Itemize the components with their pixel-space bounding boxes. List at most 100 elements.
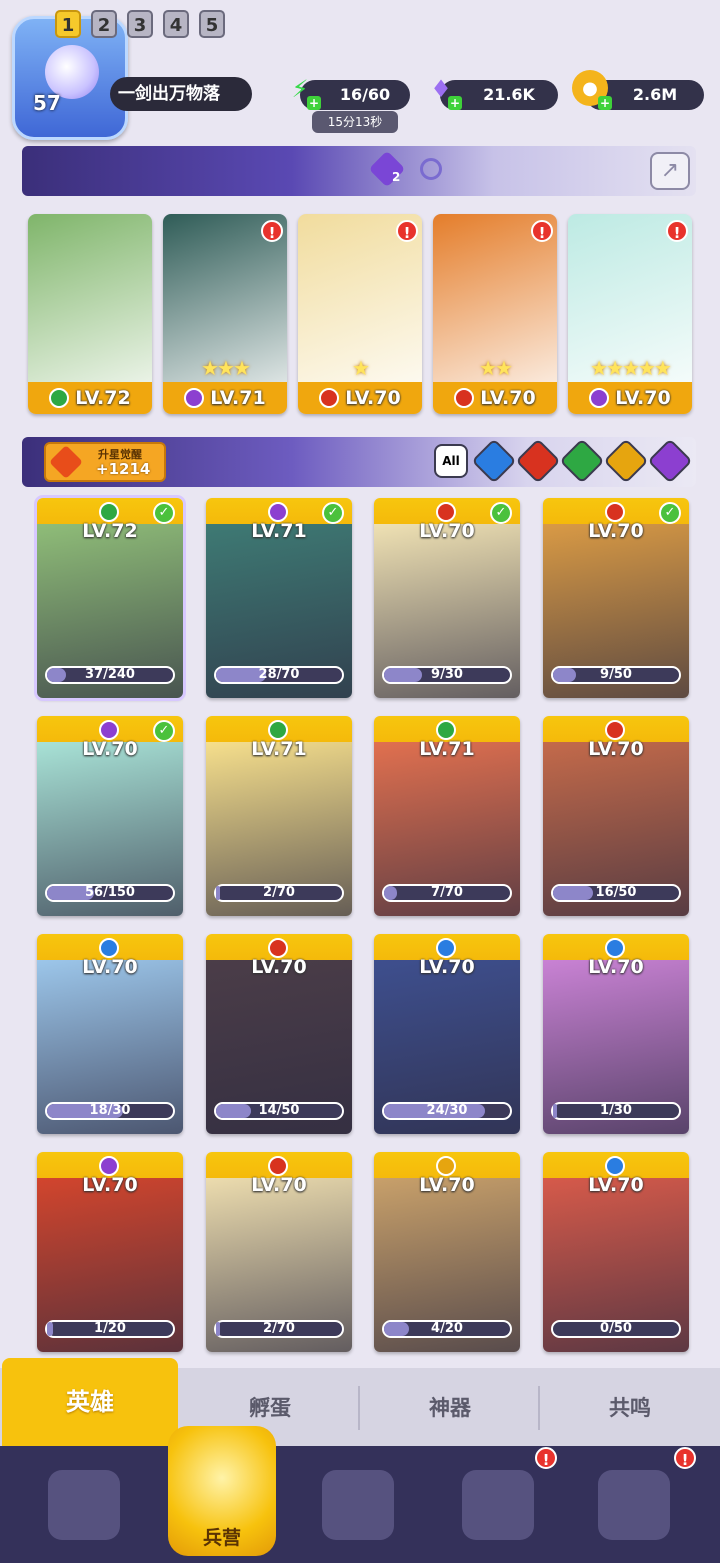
lightning-icon[interactable]: ⚡ + [283, 72, 321, 110]
team-tab-4[interactable]: 4 [163, 10, 189, 38]
hero-card[interactable]: LV.70 14/50 [206, 934, 352, 1134]
energy-timer: 15分13秒 [312, 111, 398, 133]
shard-progress-bar: 0/50 [551, 1320, 681, 1338]
tab-artifacts[interactable]: 神器 [362, 1383, 538, 1433]
team-hero-level: LV.70 [345, 387, 401, 409]
shard-progress-text: 24/30 [426, 1103, 468, 1118]
progress-fill [216, 1104, 252, 1118]
hero-card[interactable]: LV.70 4/20 [374, 1152, 520, 1352]
add-gems-icon[interactable]: + [448, 96, 462, 110]
tab-heroes[interactable]: 英雄 [2, 1358, 178, 1446]
team-selector-bar [22, 146, 696, 196]
shard-progress-bar: 1/20 [45, 1320, 175, 1338]
moon-element-icon [184, 388, 205, 408]
hero-level: LV.70 [419, 1174, 475, 1196]
team-tab-2[interactable]: 2 [91, 10, 117, 38]
team-hero-card[interactable]: LV.72 [28, 214, 152, 414]
element-icon [436, 1156, 456, 1176]
castle-alert-icon: ! [535, 1447, 557, 1469]
gold-value: 2.6M [632, 85, 678, 104]
team-hero-card[interactable]: ★★★★★ LV.70! [568, 214, 692, 414]
shard-progress-bar: 1/30 [551, 1102, 681, 1120]
element-icon [99, 502, 119, 522]
hero-card[interactable]: LV.70 ✓ 9/30 [374, 498, 520, 698]
shard-progress-bar: 37/240 [45, 666, 175, 684]
shard-progress-text: 56/150 [85, 885, 135, 900]
team-hero-level: LV.70 [480, 387, 536, 409]
mushroom-alert-icon: ! [674, 1447, 696, 1469]
element-icon [268, 720, 288, 740]
element-icon [605, 720, 625, 740]
shard-progress-text: 37/240 [85, 667, 135, 682]
hero-card[interactable]: LV.71 ✓ 28/70 [206, 498, 352, 698]
element-icon [268, 502, 288, 522]
team-tab-3[interactable]: 3 [127, 10, 153, 38]
team-hero-card[interactable]: ★★★ LV.71! [163, 214, 287, 414]
cards-icon[interactable] [48, 1470, 120, 1540]
hero-card[interactable]: LV.70 24/30 [374, 934, 520, 1134]
team-tab-1[interactable]: 1 [55, 10, 81, 38]
hero-card[interactable]: LV.70 1/20 [37, 1152, 183, 1352]
team-hero-level-bar: LV.72 [28, 382, 152, 414]
hero-card[interactable]: LV.70 18/30 [37, 934, 183, 1134]
shard-progress-text: 2/70 [263, 885, 295, 900]
hero-level: LV.70 [82, 956, 138, 978]
hero-card[interactable]: LV.70 ✓ 9/50 [543, 498, 689, 698]
element-icon [605, 1156, 625, 1176]
hero-card[interactable]: LV.70 ✓ 56/150 [37, 716, 183, 916]
shard-progress-text: 0/50 [600, 1321, 632, 1336]
add-energy-icon[interactable]: + [307, 96, 321, 110]
shard-progress-bar: 56/150 [45, 884, 175, 902]
progress-fill [553, 886, 594, 900]
shard-progress-bar: 4/20 [382, 1320, 512, 1338]
add-gold-icon[interactable]: + [598, 96, 612, 110]
hero-card[interactable]: LV.71 7/70 [374, 716, 520, 916]
filter-all-button[interactable]: All [434, 444, 468, 478]
hero-card[interactable]: LV.70 0/50 [543, 1152, 689, 1352]
gem-icon[interactable]: ♦ + [424, 72, 462, 110]
barracks-label: 兵营 [202, 1527, 241, 1549]
sword-icon [49, 445, 83, 479]
hero-card[interactable]: LV.70 2/70 [206, 1152, 352, 1352]
hero-card[interactable]: LV.71 2/70 [206, 716, 352, 916]
castle-icon[interactable] [462, 1470, 534, 1540]
shard-progress-text: 9/50 [600, 667, 632, 682]
hero-level: LV.70 [588, 1174, 644, 1196]
progress-fill [216, 1322, 220, 1336]
player-name[interactable]: 一剑出万物落 [110, 77, 252, 111]
mushroom-house-icon[interactable] [598, 1470, 670, 1540]
team-tab-5[interactable]: 5 [199, 10, 225, 38]
team-hero-card[interactable]: ★★ LV.70! [433, 214, 557, 414]
player-level: 57 [33, 91, 61, 115]
hero-card[interactable]: LV.72 ✓ 37/240 [37, 498, 183, 698]
hero-card[interactable]: LV.70 1/30 [543, 934, 689, 1134]
hero-portrait [28, 214, 152, 382]
team-hero-level: LV.72 [75, 387, 131, 409]
tab-resonance[interactable]: 共鸣 [542, 1383, 718, 1433]
shard-progress-bar: 28/70 [214, 666, 344, 684]
hero-card[interactable]: LV.70 16/50 [543, 716, 689, 916]
progress-fill [384, 668, 422, 682]
shard-progress-text: 16/50 [595, 885, 637, 900]
hero-level: LV.70 [251, 1174, 307, 1196]
hero-stars: ★ [352, 356, 370, 380]
hero-stars: ★★★★★ [590, 356, 672, 380]
shard-progress-bar: 7/70 [382, 884, 512, 902]
hero-level: LV.70 [588, 738, 644, 760]
hero-stars: ★★★ [201, 356, 251, 380]
shard-progress-bar: 9/30 [382, 666, 512, 684]
share-icon[interactable]: ↗ [650, 152, 690, 190]
star-awaken-button[interactable]: 升星觉醒 +1214 [44, 442, 166, 482]
progress-fill [553, 1104, 557, 1118]
element-icon [268, 1156, 288, 1176]
alert-icon: ! [666, 220, 688, 242]
coin-icon[interactable]: ● + [572, 70, 612, 110]
progress-fill [384, 886, 397, 900]
progress-fill [384, 1322, 410, 1336]
team-hero-card[interactable]: ★ LV.70! [298, 214, 422, 414]
hero-level: LV.70 [82, 1174, 138, 1196]
map-book-icon[interactable] [322, 1470, 394, 1540]
shard-progress-text: 9/30 [431, 667, 463, 682]
search-icon[interactable] [420, 158, 442, 180]
barracks-nav-button[interactable]: 兵营 [168, 1426, 276, 1556]
